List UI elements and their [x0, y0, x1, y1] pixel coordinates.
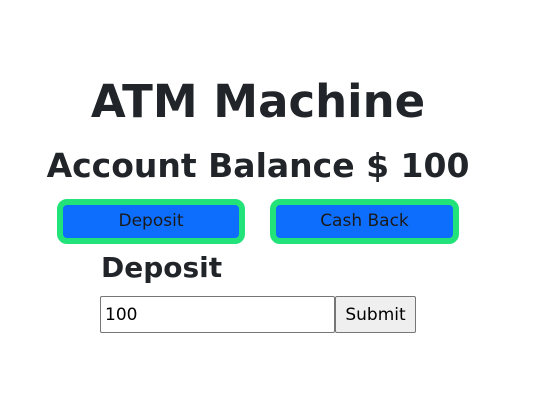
- submit-button[interactable]: Submit: [335, 296, 416, 333]
- page-title: ATM Machine: [90, 75, 426, 128]
- cash-back-button[interactable]: Cash Back: [270, 199, 459, 244]
- atm-page: ATM Machine Account Balance $ 100 Deposi…: [0, 0, 537, 411]
- account-balance: Account Balance $ 100: [46, 146, 470, 185]
- amount-input[interactable]: [100, 296, 335, 333]
- deposit-button[interactable]: Deposit: [57, 199, 245, 244]
- transaction-heading: Deposit: [101, 251, 223, 284]
